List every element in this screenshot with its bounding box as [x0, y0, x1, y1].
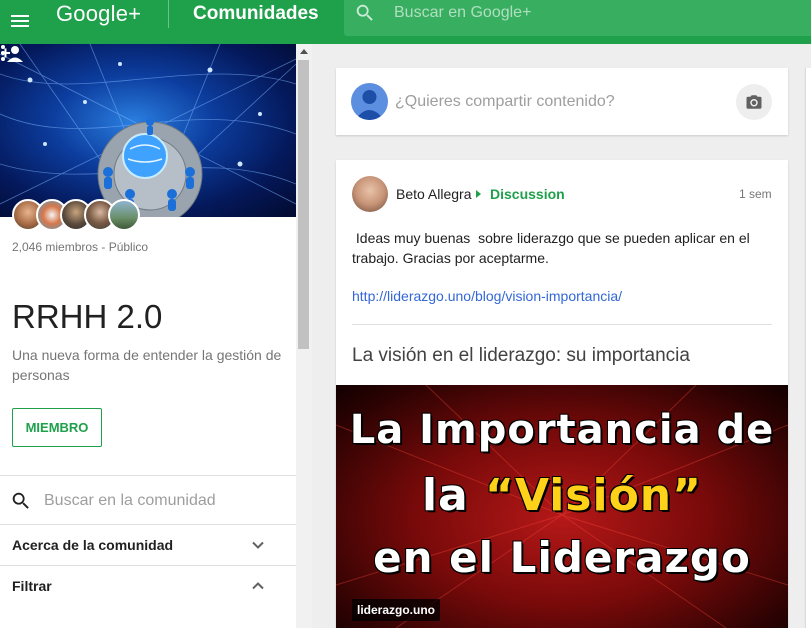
about-community-row[interactable]: Acerca de la comunidad: [0, 525, 296, 565]
add-photo-button[interactable]: [736, 84, 772, 120]
next-card-edge: [806, 68, 811, 628]
community-description: Una nueva forma de entender la gestión d…: [12, 347, 282, 383]
post-card: Beto Allegra Discussion 1 sem Ideas muy …: [336, 160, 788, 628]
image-text-prefix: la: [421, 470, 486, 521]
divider: [352, 324, 772, 325]
share-box[interactable]: [336, 68, 788, 135]
global-search-input[interactable]: [394, 2, 774, 24]
divider: [0, 475, 296, 476]
section-title[interactable]: Comunidades: [193, 2, 319, 26]
post-author-name[interactable]: Beto Allegra: [396, 186, 472, 202]
share-input[interactable]: [395, 91, 715, 113]
header-divider: [168, 0, 169, 28]
network-illustration: [0, 44, 296, 217]
community-search-input[interactable]: [44, 490, 284, 512]
post-author-avatar[interactable]: [352, 176, 388, 212]
link-preview-image[interactable]: La Importancia de la “Visión” en el Lide…: [336, 385, 788, 628]
scroll-thumb[interactable]: [298, 60, 309, 349]
top-app-bar: Google+ Comunidades: [0, 0, 811, 44]
community-cover-image: [0, 44, 296, 217]
post-timestamp[interactable]: 1 sem: [739, 187, 772, 201]
filter-label: Filtrar: [12, 578, 52, 594]
community-meta: 2,046 miembros - Público: [12, 240, 149, 254]
member-button[interactable]: MIEMBRO: [12, 408, 102, 447]
community-sidebar: 2,046 miembros - Público RRHH 2.0 Una nu…: [0, 44, 296, 628]
filter-row[interactable]: Filtrar: [0, 566, 296, 606]
google-plus-logo[interactable]: Google+: [56, 0, 141, 28]
chevron-up-icon[interactable]: [250, 578, 266, 594]
scroll-up-arrow[interactable]: [300, 49, 308, 54]
image-text-highlight: “Visión”: [485, 470, 703, 521]
more-options-icon[interactable]: [0, 44, 6, 62]
menu-icon[interactable]: [10, 11, 30, 31]
camera-icon: [746, 95, 762, 109]
person-icon: [355, 90, 384, 120]
global-search-box[interactable]: [344, 0, 811, 36]
post-link[interactable]: http://liderazgo.uno/blog/vision-importa…: [352, 288, 622, 304]
sidebar-scrollbar[interactable]: [296, 44, 312, 628]
image-text-line: la “Visión”: [336, 470, 788, 521]
post-category[interactable]: Discussion: [490, 186, 565, 202]
user-avatar[interactable]: [351, 83, 388, 120]
about-community-label: Acerca de la comunidad: [12, 537, 174, 553]
image-text-line: La Importancia de: [349, 407, 775, 453]
member-avatar[interactable]: [108, 199, 140, 231]
link-preview-title[interactable]: La visión en el liderazgo: su importanci…: [352, 345, 690, 367]
community-title: RRHH 2.0: [12, 298, 163, 335]
caret-right-icon: [476, 190, 481, 198]
post-body: Ideas muy buenas sobre liderazgo que se …: [352, 230, 754, 266]
chevron-down-icon[interactable]: [250, 537, 266, 553]
image-text-line: en el Liderazgo: [373, 533, 751, 582]
search-icon[interactable]: [354, 2, 376, 24]
search-icon[interactable]: [10, 490, 32, 512]
source-badge[interactable]: liderazgo.uno: [352, 599, 440, 621]
